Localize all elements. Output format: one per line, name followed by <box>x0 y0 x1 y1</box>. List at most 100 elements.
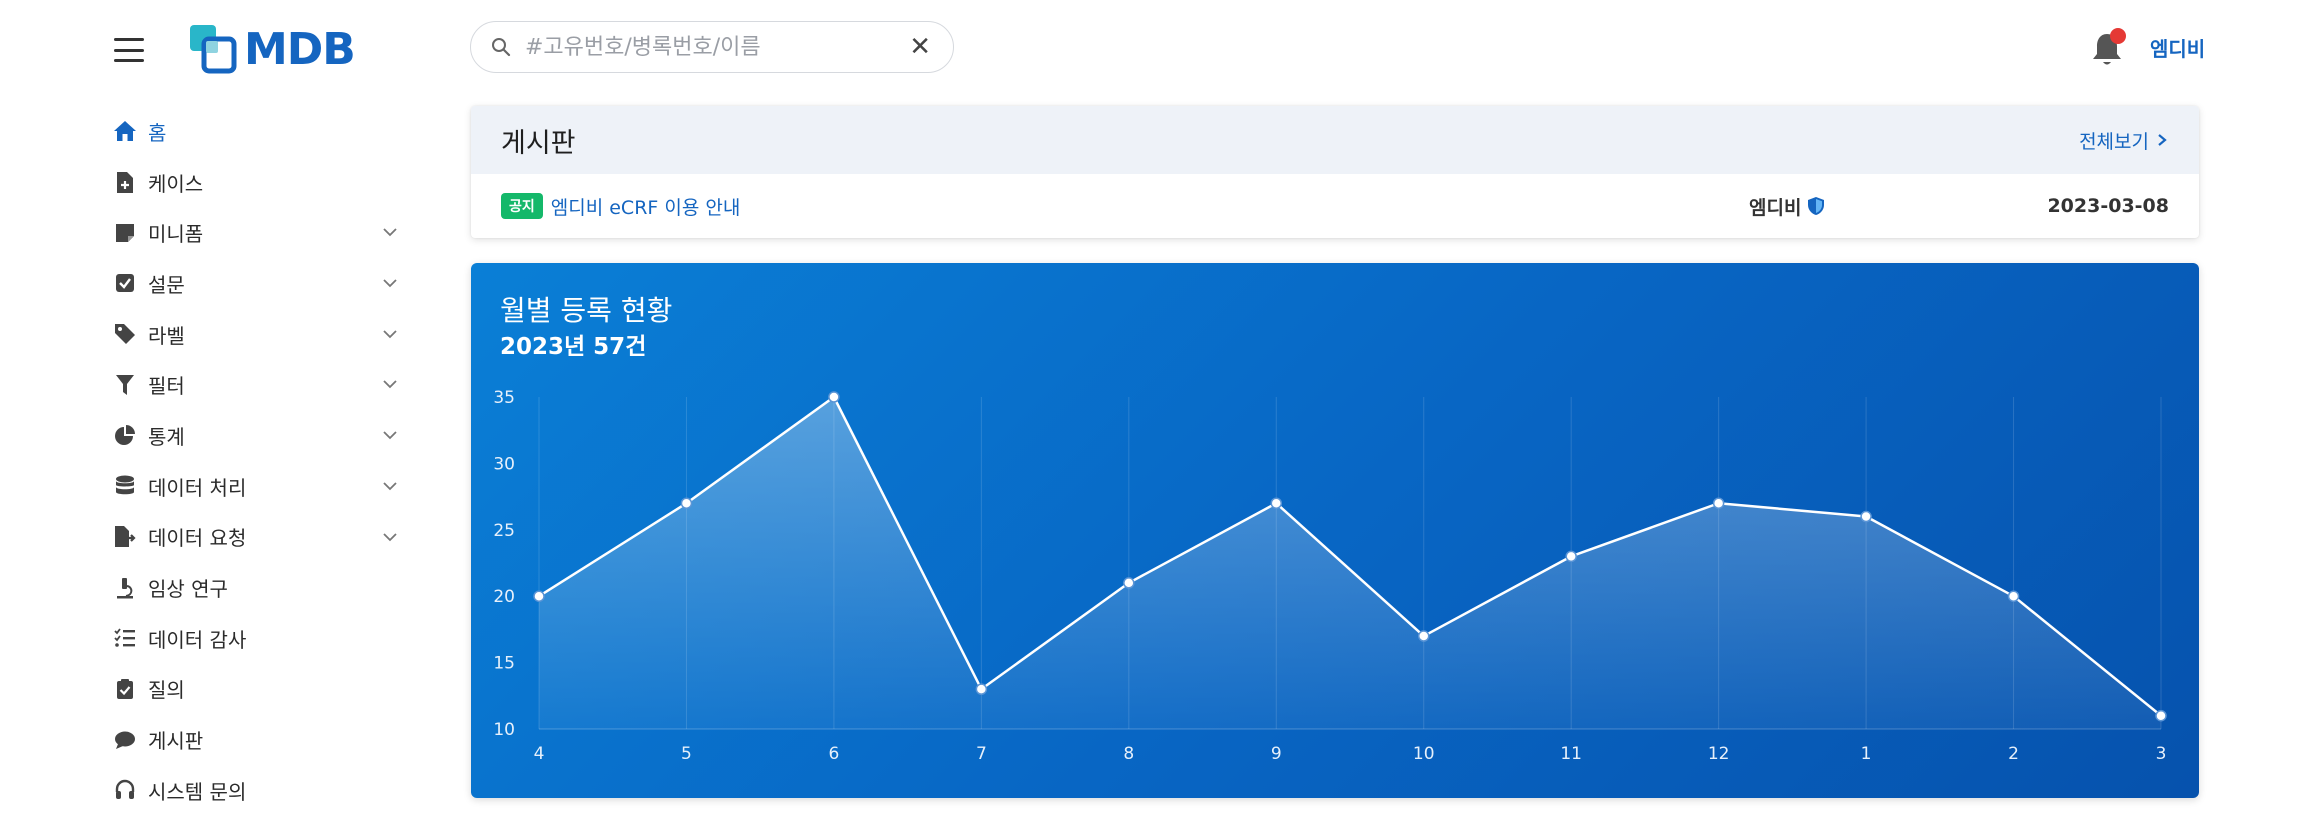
chart-x-tick-label: 5 <box>681 744 692 764</box>
chart-data-point <box>1270 497 1283 509</box>
filter-icon <box>112 372 138 398</box>
list-check-icon <box>112 625 138 651</box>
sidebar-item-label: 설문 <box>148 272 185 297</box>
sidebar-item-board[interactable]: 게시판 <box>112 714 412 765</box>
sidebar-item-miniform[interactable]: 미니폼 <box>112 207 412 258</box>
sidebar-item-label: 질의 <box>148 678 185 703</box>
sidebar-item-label: 시스템 문의 <box>148 779 247 804</box>
chart-x-tick-label: 7 <box>976 744 987 764</box>
sidebar-item-label: 홈 <box>148 120 167 145</box>
chart-y-tick-label: 35 <box>493 388 515 408</box>
chevron-right-icon <box>2158 134 2167 146</box>
chart-x-tick-label: 1 <box>1861 744 1872 764</box>
logo-text: MDB <box>244 23 356 75</box>
sidebar-item-data-request[interactable]: 데이터 요청 <box>112 512 412 563</box>
monthly-registration-chart-card: 10 15 20 25 30 35 4 5 6 7 8 9 10 11 12 1 2 3 월별 등록 현황 202… <box>471 263 2199 798</box>
hamburger-line <box>114 48 144 52</box>
user-area: 엠디비 <box>2090 22 2205 72</box>
chart-y-tick-label: 20 <box>493 587 515 607</box>
chevron-down-icon <box>383 431 397 440</box>
chart-y-tick-label: 25 <box>493 521 515 541</box>
board-post-row[interactable]: 공지 엠디비 eCRF 이용 안내 엠디비 2023-03-08 <box>471 174 2199 238</box>
chart-x-tick-label: 8 <box>1123 744 1134 764</box>
sidebar: 홈 케이스 미니폼 설문 라벨 필터 통계 데이터 처리 데이터 요청 임상 연… <box>112 106 412 816</box>
chart-x-tick-label: 6 <box>828 744 839 764</box>
menu-toggle-button[interactable] <box>114 38 144 62</box>
chart-x-tick-label: 9 <box>1271 744 1282 764</box>
chart-title: 월별 등록 현황 <box>500 294 673 327</box>
chevron-down-icon <box>383 330 397 339</box>
microscope-icon <box>112 575 138 601</box>
chevron-down-icon <box>383 279 397 288</box>
chart-data-point <box>975 683 988 695</box>
sidebar-item-label: 미니폼 <box>148 222 204 247</box>
chevron-down-icon <box>383 482 397 491</box>
view-all-label: 전체보기 <box>2079 130 2149 153</box>
chart-x-tick-label: 4 <box>534 744 545 764</box>
notification-button[interactable] <box>2090 26 2128 68</box>
chart-data-point <box>1565 550 1577 563</box>
sidebar-item-data-audit[interactable]: 데이터 감사 <box>112 613 412 664</box>
board-header: 게시판 전체보기 <box>471 106 2199 174</box>
board-title: 게시판 <box>501 127 576 159</box>
chevron-down-icon <box>383 380 397 389</box>
chart-data-point <box>533 590 545 602</box>
chart-data-point <box>1860 510 1872 523</box>
home-icon <box>112 118 138 144</box>
chart-subtitle: 2023년 57건 <box>500 334 647 360</box>
sidebar-item-label: 케이스 <box>148 171 204 196</box>
chart-data-point <box>828 391 840 403</box>
sidebar-item-home[interactable]: 홈 <box>112 106 412 157</box>
sidebar-item-system-inquiry[interactable]: 시스템 문의 <box>112 765 412 816</box>
chart-y-tick-label: 15 <box>493 654 515 674</box>
chevron-down-icon <box>383 532 397 541</box>
sidebar-item-label: 필터 <box>148 374 185 399</box>
search-input[interactable] <box>523 33 910 61</box>
logo-mark-icon <box>190 25 237 74</box>
sidebar-item-case[interactable]: 케이스 <box>112 157 412 208</box>
post-author-name: 엠디비 <box>1749 196 1802 219</box>
checkbox-icon <box>112 270 138 296</box>
notice-badge: 공지 <box>501 193 543 219</box>
chart-x-tick-label: 12 <box>1708 744 1730 764</box>
search-box[interactable]: ✕ <box>470 21 954 73</box>
note-icon <box>112 220 138 246</box>
sidebar-item-label: 라벨 <box>148 323 185 348</box>
sidebar-item-label: 데이터 감사 <box>148 627 247 652</box>
pie-chart-icon <box>112 422 138 448</box>
app-logo[interactable]: MDB <box>188 22 356 76</box>
comment-icon <box>112 727 138 753</box>
chart-area <box>539 397 2161 729</box>
search-icon <box>492 38 511 57</box>
sidebar-item-label: 데이터 처리 <box>148 475 247 500</box>
chart-x-tick-label: 11 <box>1560 744 1582 764</box>
view-all-link[interactable]: 전체보기 <box>2079 127 2169 154</box>
chart-x-tick-label: 2 <box>2008 744 2019 764</box>
sidebar-item-query[interactable]: 질의 <box>112 664 412 715</box>
post-title-link[interactable]: 엠디비 eCRF 이용 안내 <box>551 193 741 220</box>
chart-data-point <box>680 497 693 509</box>
post-date: 2023-03-08 <box>2047 195 2169 217</box>
sidebar-item-survey[interactable]: 설문 <box>112 258 412 309</box>
sidebar-item-data-processing[interactable]: 데이터 처리 <box>112 461 412 512</box>
user-name-link[interactable]: 엠디비 <box>2150 33 2205 62</box>
monthly-registration-chart: 1015202530354 5 6 7 8 9 10 11 12 1 2 3 <box>493 388 2167 764</box>
board-card: 게시판 전체보기 공지 엠디비 eCRF 이용 안내 엠디비 2023-03-0… <box>471 106 2199 238</box>
sidebar-item-clinical-research[interactable]: 임상 연구 <box>112 562 412 613</box>
sidebar-item-label-tag[interactable]: 라벨 <box>112 309 412 360</box>
chart-data-point <box>1712 497 1725 509</box>
clear-search-icon[interactable]: ✕ <box>909 32 931 62</box>
sidebar-item-label: 게시판 <box>148 729 204 754</box>
sidebar-item-label: 데이터 요청 <box>148 526 247 551</box>
chart-data-point <box>2007 590 2020 602</box>
chart-y-tick-label: 10 <box>493 720 515 740</box>
chart-x-tick-label: 10 <box>1413 744 1435 764</box>
chart-data-point <box>1417 630 1430 642</box>
sidebar-item-filter[interactable]: 필터 <box>112 359 412 410</box>
chevron-down-icon <box>383 228 397 237</box>
hamburger-line <box>114 38 144 41</box>
shield-icon <box>1808 197 1825 215</box>
chart-y-tick-label: 30 <box>493 454 515 474</box>
sidebar-item-statistics[interactable]: 통계 <box>112 410 412 461</box>
file-export-icon <box>112 524 138 550</box>
